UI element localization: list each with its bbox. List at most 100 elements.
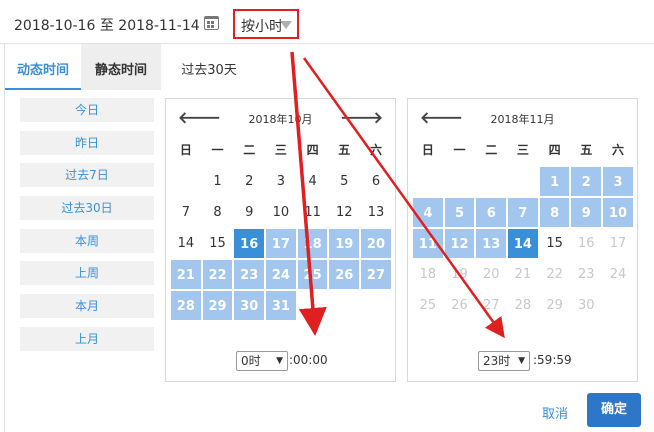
weekday-label: 三 — [516, 143, 529, 157]
week-row: 14 15 16 17 18 19 20 — [170, 228, 392, 259]
day-cell[interactable]: 3 — [602, 166, 634, 197]
day-cell[interactable]: 24 — [265, 259, 297, 290]
start-hour-value: 0时 — [241, 354, 261, 368]
day-cell[interactable]: 6 — [360, 166, 392, 197]
quick-range-last-month[interactable]: 上月 — [20, 326, 154, 351]
day-cell[interactable]: 16 — [233, 228, 266, 259]
cancel-button[interactable]: 取消 — [542, 403, 568, 422]
caret-down-icon — [280, 21, 292, 29]
day-cell[interactable]: 1 — [202, 166, 234, 197]
day-cell[interactable]: 10 — [602, 197, 634, 228]
arrow-right-icon[interactable]: 🡒 — [340, 107, 383, 127]
day-cell[interactable]: 30 — [233, 290, 266, 321]
quick-range-today[interactable]: 今日 — [20, 98, 154, 122]
weekday-label: 一 — [453, 143, 466, 157]
start-hour-select[interactable]: 0时 ▼ — [236, 351, 288, 371]
granularity-select[interactable]: 按小时 — [233, 9, 299, 39]
tab-static-time[interactable]: 静态时间 — [81, 44, 161, 90]
start-time-suffix: :00:00 — [289, 353, 328, 367]
end-hour-select[interactable]: 23时 ▼ — [478, 351, 530, 371]
day-cell[interactable]: 13 — [360, 197, 392, 228]
tab-last-30-days[interactable]: 过去30天 — [165, 44, 253, 90]
calendar-november: 🡐 2018年11月 日一二三四五六 1 2 3 4 5 6 7 8 9 10 11 12 13 14 15 1… — [407, 98, 638, 382]
quick-range-this-month[interactable]: 本月 — [20, 294, 154, 319]
week-row: 11 12 13 14 15 16 17 — [412, 228, 634, 259]
day-cell[interactable]: 15 — [539, 228, 571, 259]
day-cell[interactable]: 5 — [328, 166, 360, 197]
day-cell[interactable]: 7 — [170, 197, 202, 228]
day-cell: 29 — [546, 298, 563, 313]
day-cell[interactable]: 6 — [475, 197, 508, 228]
day-cell[interactable]: 11 — [412, 228, 444, 259]
quick-range-last-7-days[interactable]: 过去7日 — [20, 163, 154, 188]
day-cell[interactable]: 20 — [360, 228, 392, 259]
day-cell: 28 — [514, 298, 532, 313]
day-cell[interactable]: 4 — [297, 166, 329, 197]
day-cell[interactable]: 5 — [443, 197, 476, 228]
day-cell: 25 — [419, 298, 437, 313]
day-cell[interactable]: 13 — [475, 228, 508, 259]
day-cell[interactable]: 15 — [202, 228, 234, 259]
day-cell: 20 — [482, 267, 500, 282]
day-cell[interactable]: 10 — [265, 197, 297, 228]
week-row: 4 5 6 7 8 9 10 — [412, 197, 634, 228]
week-row: 18 19 20 21 22 23 24 — [412, 259, 634, 290]
day-cell[interactable]: 1 — [538, 166, 571, 197]
day-cell[interactable]: 14 — [507, 228, 539, 259]
day-cell[interactable]: 11 — [297, 197, 329, 228]
day-cell: 23 — [578, 267, 595, 282]
day-cell[interactable]: 8 — [538, 197, 571, 228]
month-title: 2018年11月 — [490, 113, 555, 126]
day-cell[interactable]: 28 — [170, 290, 202, 321]
day-cell[interactable]: 12 — [328, 197, 360, 228]
tab-dynamic-time[interactable]: 动态时间 — [5, 44, 81, 90]
day-cell[interactable]: 8 — [202, 197, 234, 228]
day-cell[interactable]: 23 — [233, 259, 266, 290]
calendar-october: 🡐 2018年10月 🡒 日一二三四五六 1 2 3 4 5 6 7 8 9 10 11 12 13 14 1… — [165, 98, 396, 382]
quick-range-this-week[interactable]: 本周 — [20, 228, 154, 253]
end-time-suffix: :59:59 — [533, 353, 572, 367]
end-date: 2018-11-14 — [118, 18, 200, 34]
day-cell[interactable]: 29 — [201, 290, 234, 321]
day-cell[interactable]: 26 — [328, 259, 361, 290]
day-cell[interactable]: 4 — [412, 197, 444, 228]
day-cell[interactable]: 31 — [265, 290, 297, 321]
weekday-label: 五 — [580, 143, 593, 157]
day-cell[interactable]: 2 — [233, 166, 265, 197]
weekday-label: 日 — [421, 143, 434, 157]
day-cell[interactable]: 3 — [265, 166, 297, 197]
quick-range-last-week[interactable]: 上周 — [20, 261, 154, 286]
day-cell[interactable]: 7 — [507, 197, 539, 228]
end-hour-value: 23时 — [483, 354, 511, 368]
day-cell[interactable]: 27 — [360, 259, 392, 290]
day-cell[interactable]: 21 — [170, 259, 202, 290]
day-cell: 21 — [514, 267, 532, 282]
day-cell[interactable]: 18 — [296, 228, 329, 259]
day-cell[interactable]: 25 — [296, 259, 329, 290]
caret-down-icon: ▼ — [518, 356, 525, 366]
day-cell[interactable]: 12 — [443, 228, 476, 259]
weekday-label: 二 — [243, 143, 256, 157]
calendar-icon[interactable] — [204, 16, 219, 30]
day-cell[interactable]: 9 — [570, 197, 603, 228]
day-cell: 26 — [451, 298, 468, 313]
weekday-label: 日 — [179, 143, 192, 157]
week-row: 7 8 9 10 11 12 13 — [170, 197, 392, 228]
day-cell: 17 — [609, 236, 627, 251]
quick-range-last-30-days[interactable]: 过去30日 — [20, 196, 154, 221]
day-cell[interactable]: 2 — [570, 166, 603, 197]
calendar-header: 🡐 2018年11月 — [408, 99, 637, 135]
weekday-label: 二 — [485, 143, 498, 157]
day-cell: 27 — [482, 298, 500, 313]
panel-border — [4, 44, 5, 432]
confirm-button[interactable]: 确定 — [587, 393, 641, 427]
quick-range-yesterday[interactable]: 昨日 — [20, 130, 154, 155]
day-cell[interactable]: 19 — [328, 228, 361, 259]
day-cell[interactable]: 17 — [265, 228, 297, 259]
date-range-display[interactable]: 2018-10-16 至 2018-11-14 — [14, 15, 200, 35]
day-cell[interactable]: 14 — [170, 228, 202, 259]
day-cell[interactable]: 22 — [201, 259, 234, 290]
granularity-value: 按小时 — [241, 19, 283, 35]
day-cell: 19 — [451, 267, 468, 282]
day-cell[interactable]: 9 — [233, 197, 265, 228]
